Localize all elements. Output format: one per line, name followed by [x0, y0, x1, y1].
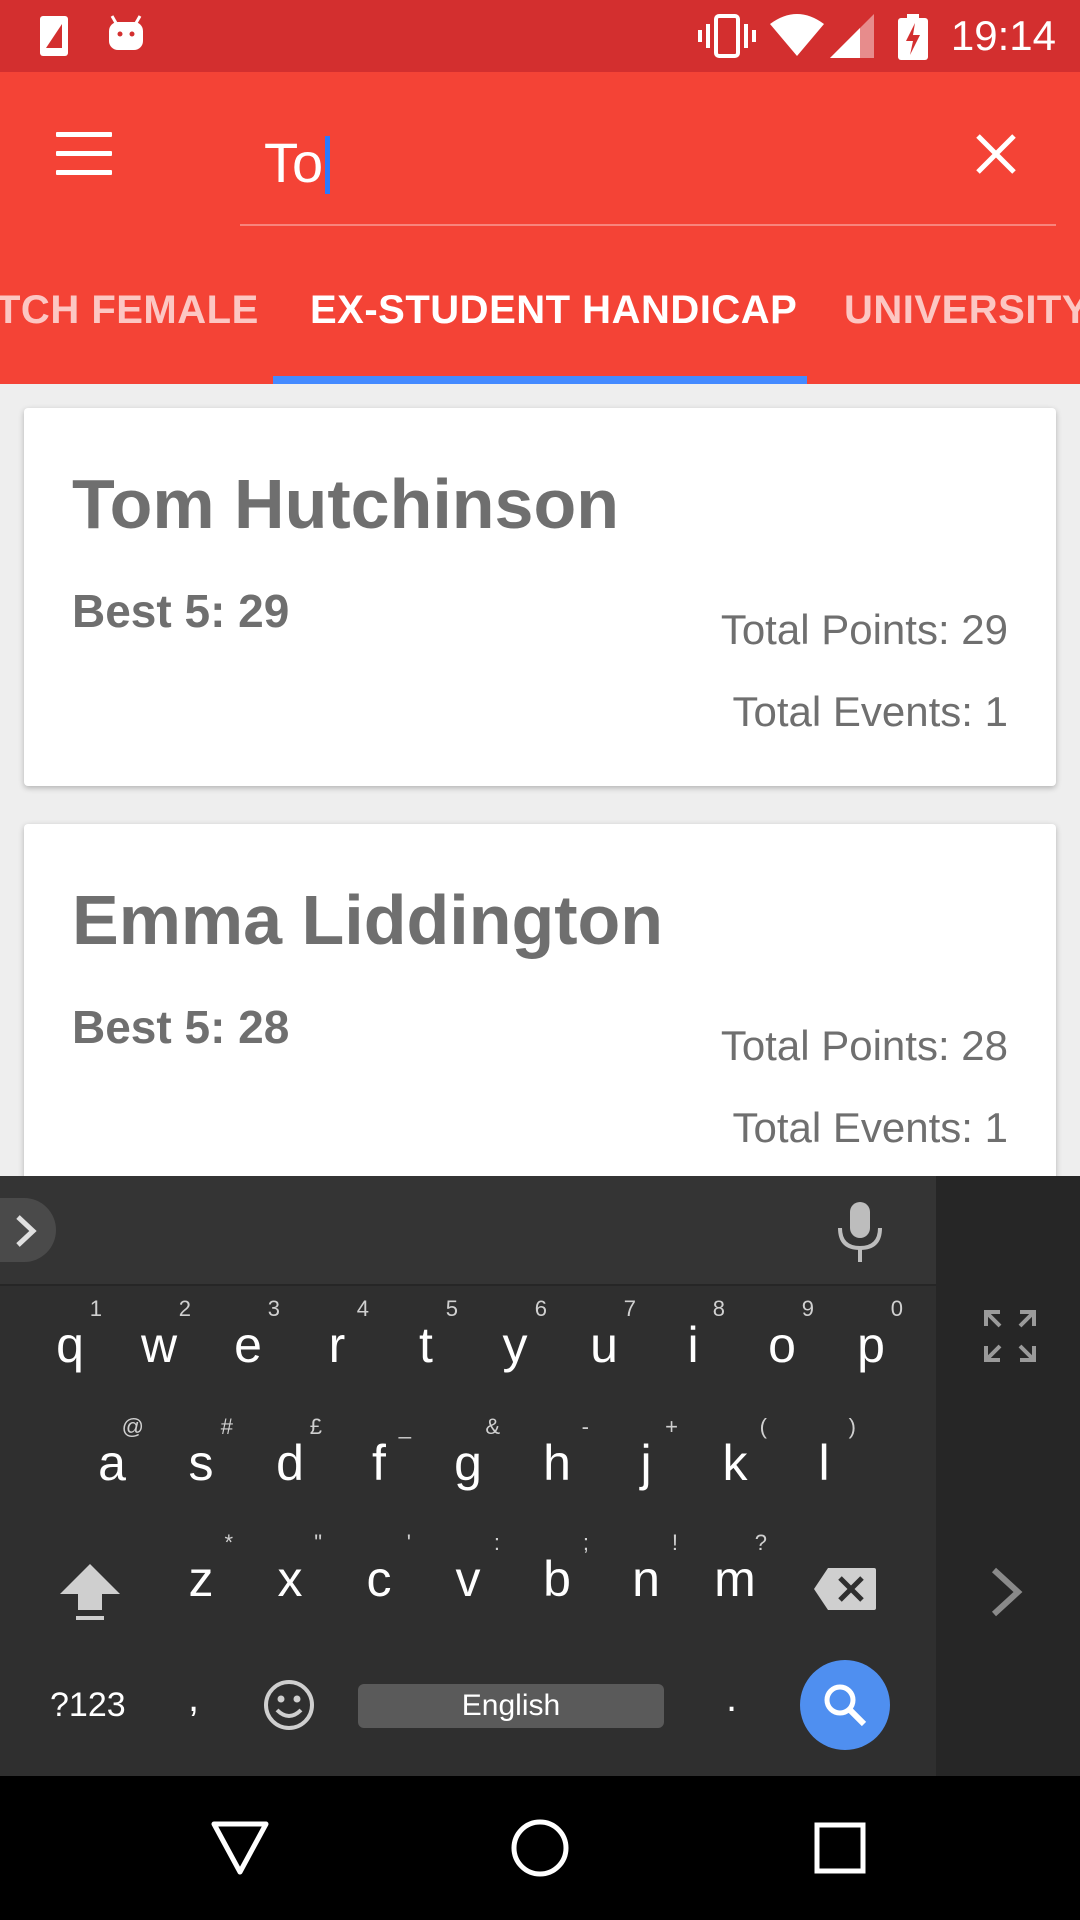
- status-time: 19:14: [950, 12, 1056, 59]
- app-bar: To TCH FEMALE EX-STUDENT HANDICAP UNIVER…: [0, 72, 1080, 384]
- tab-ex-student-handicap[interactable]: EX-STUDENT HANDICAP: [310, 288, 797, 333]
- emoji-icon[interactable]: [262, 1678, 316, 1732]
- key-w[interactable]: 2w: [115, 1286, 203, 1396]
- key-e[interactable]: 3e: [204, 1286, 292, 1396]
- key-o[interactable]: 9o: [738, 1286, 826, 1396]
- key-d[interactable]: £ d: [246, 1404, 334, 1514]
- player-card[interactable]: Emma Liddington Best 5: 28 Total Points:…: [24, 824, 1056, 1176]
- backspace-icon[interactable]: [812, 1566, 878, 1612]
- key-y[interactable]: 6y: [471, 1286, 559, 1396]
- best-five: Best 5: 29: [72, 585, 290, 637]
- menu-icon[interactable]: [56, 132, 112, 176]
- search-input[interactable]: To: [264, 130, 904, 200]
- signal-icon: [830, 14, 874, 58]
- key-z[interactable]: * z: [157, 1520, 245, 1630]
- chevron-right-icon[interactable]: [990, 1566, 1024, 1618]
- sim-icon: [40, 16, 68, 56]
- results-list: Tom Hutchinson Best 5: 29 Total Points: …: [0, 384, 1080, 1176]
- key-f[interactable]: _ f: [335, 1404, 423, 1514]
- chevron-right-icon: [16, 1215, 37, 1247]
- key-x[interactable]: " x: [246, 1520, 334, 1630]
- search-field[interactable]: To: [240, 96, 1056, 226]
- key-c[interactable]: ' c: [335, 1520, 423, 1630]
- key-k[interactable]: (k: [691, 1404, 779, 1514]
- shift-icon[interactable]: [58, 1560, 122, 1624]
- home-icon[interactable]: [510, 1818, 570, 1878]
- key-n[interactable]: ! n: [602, 1520, 690, 1630]
- search-icon: [824, 1684, 867, 1727]
- player-name: Tom Hutchinson: [72, 465, 619, 543]
- key-q[interactable]: 1q: [26, 1286, 114, 1396]
- key-j[interactable]: + j: [602, 1404, 690, 1514]
- key-m[interactable]: ? m: [691, 1520, 779, 1630]
- key-t[interactable]: 5t: [382, 1286, 470, 1396]
- fullscreen-icon[interactable]: [984, 1310, 1036, 1362]
- back-icon[interactable]: [210, 1820, 270, 1876]
- category-tabs: TCH FEMALE EX-STUDENT HANDICAP UNIVERSIT…: [0, 272, 1080, 384]
- search-action-button[interactable]: [800, 1660, 890, 1750]
- battery-charging-icon: [898, 14, 928, 60]
- key-b[interactable]: ; b: [513, 1520, 601, 1630]
- key-g[interactable]: & g: [424, 1404, 512, 1514]
- space-key[interactable]: English: [358, 1684, 664, 1728]
- soft-keyboard: 1q 2w 3e 4r 5t 6y 7u 8i 9o 0p @ a # s £ d _…: [0, 1176, 1080, 1776]
- android-icon: [109, 15, 143, 50]
- text-caret: [325, 136, 330, 194]
- total-points: Total Points: 28: [720, 1022, 1008, 1069]
- period-key[interactable]: .: [726, 1676, 737, 1721]
- tab-indicator: [273, 376, 807, 384]
- key-v[interactable]: :v: [424, 1520, 512, 1630]
- key-p[interactable]: 0p: [827, 1286, 915, 1396]
- recents-icon[interactable]: [814, 1822, 866, 1874]
- key-i[interactable]: 8i: [649, 1286, 737, 1396]
- key-r[interactable]: 4r: [293, 1286, 381, 1396]
- close-icon[interactable]: [972, 130, 1020, 178]
- key-a[interactable]: @ a: [68, 1404, 156, 1514]
- key-s[interactable]: # s: [157, 1404, 245, 1514]
- comma-key[interactable]: ,: [188, 1676, 199, 1721]
- tab-university[interactable]: UNIVERSITY: [844, 288, 1080, 333]
- keyboard-side-panel: [936, 1176, 1080, 1776]
- symbols-key[interactable]: ?123: [50, 1686, 126, 1725]
- player-card[interactable]: Tom Hutchinson Best 5: 29 Total Points: …: [24, 408, 1056, 786]
- key-l[interactable]: ) l: [780, 1404, 868, 1514]
- total-events: Total Events: 1: [732, 1104, 1008, 1151]
- total-events: Total Events: 1: [732, 688, 1008, 735]
- wifi-icon: [770, 14, 824, 56]
- player-name: Emma Liddington: [72, 881, 664, 959]
- tab-female[interactable]: TCH FEMALE: [0, 288, 259, 333]
- navigation-bar: [0, 1776, 1080, 1920]
- suggestion-strip: [0, 1176, 936, 1286]
- mic-icon[interactable]: [832, 1200, 888, 1264]
- key-h[interactable]: -h: [513, 1404, 601, 1514]
- best-five: Best 5: 28: [72, 1001, 290, 1053]
- expand-suggestions-button[interactable]: [0, 1198, 56, 1262]
- key-u[interactable]: 7u: [560, 1286, 648, 1396]
- status-bar: 19:14: [0, 0, 1080, 72]
- total-points: Total Points: 29: [720, 606, 1008, 653]
- vibrate-icon: [698, 14, 756, 58]
